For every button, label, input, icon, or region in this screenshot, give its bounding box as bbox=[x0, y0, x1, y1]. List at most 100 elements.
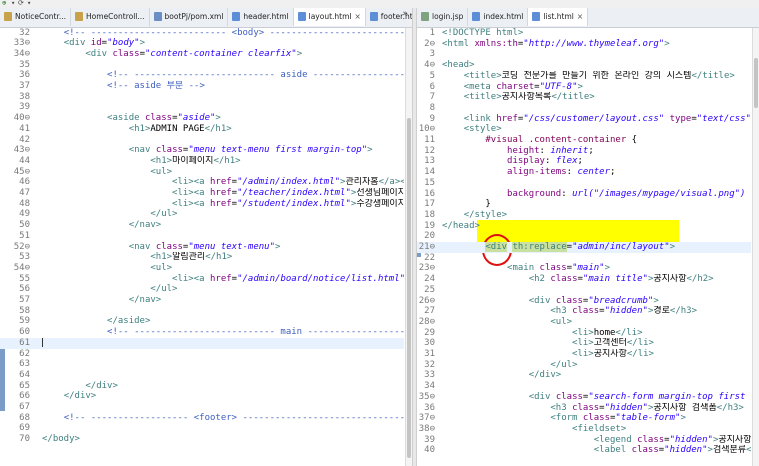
code-line[interactable]: 47 <li><a href="/teacher/index.html">선생님… bbox=[0, 188, 404, 199]
code-line[interactable]: 1 <!DOCTYPE html> bbox=[417, 28, 751, 39]
right-vertical-scrollbar[interactable] bbox=[752, 28, 759, 466]
code-line[interactable]: 9 <link href="/css/customer/layout.css" … bbox=[417, 114, 751, 125]
refresh-icon[interactable]: ⟳ bbox=[18, 0, 24, 7]
code-line[interactable]: 48 <li><a href="/student/index.html">수강생… bbox=[0, 199, 404, 210]
code-line[interactable]: 58 bbox=[0, 306, 404, 317]
code-line[interactable]: 38 bbox=[0, 92, 404, 103]
code-line[interactable]: 55 <li><a href="/admin/board/notice/list… bbox=[0, 274, 404, 285]
code-line[interactable]: 11 #visual .content-container { bbox=[417, 135, 751, 146]
right-scroll-thumb[interactable] bbox=[754, 58, 758, 108]
code-line[interactable]: 32 <!-- ------------------------- <body>… bbox=[0, 28, 404, 39]
code-line[interactable]: 54⊖ <ul> bbox=[0, 263, 404, 274]
code-line[interactable]: 34⊖ <div class="content-container clearf… bbox=[0, 49, 404, 60]
code-line[interactable]: 59 </aside> bbox=[0, 316, 404, 327]
code-line[interactable]: 49 </ul> bbox=[0, 209, 404, 220]
code-line[interactable]: 45⊖ <ul> bbox=[0, 167, 404, 178]
code-line[interactable]: 33 </div> bbox=[417, 370, 751, 381]
editor-tab[interactable]: header.html bbox=[228, 8, 294, 26]
editor-tab[interactable]: HomeControll... bbox=[71, 8, 150, 26]
code-line[interactable]: 40 <label class="hidden">검색분류</lab bbox=[417, 445, 751, 456]
run-dropdown-icon[interactable]: ▾ bbox=[11, 0, 15, 7]
right-code-editor[interactable]: 1 <!DOCTYPE html> 2⊖ <html xmlns:th="http:/… bbox=[417, 28, 759, 466]
code-line[interactable]: 69 bbox=[0, 423, 404, 434]
code-line[interactable]: 23⊖ <main class="main"> bbox=[417, 263, 751, 274]
code-line[interactable]: 28⊖ <ul> bbox=[417, 317, 751, 328]
code-line[interactable]: 66 </div> bbox=[0, 391, 404, 402]
code-line[interactable]: 64 bbox=[0, 370, 404, 381]
code-line[interactable]: 5 <title>코딩 전문가를 만들기 위한 온라인 강의 시스템</titl… bbox=[417, 71, 751, 82]
code-line[interactable]: 42 bbox=[0, 135, 404, 146]
code-line[interactable]: 46 <li><a href="/admin/index.html">관리자홈<… bbox=[0, 177, 404, 188]
left-code-editor[interactable]: 32 <!-- ------------------------- <body>… bbox=[0, 28, 412, 466]
code-line[interactable]: 25 bbox=[417, 285, 751, 296]
code-line[interactable]: 3 bbox=[417, 49, 751, 60]
code-line[interactable]: 39 <legend class="hidden">공지사항 검색 bbox=[417, 435, 751, 446]
code-line[interactable]: 40⊖ <aside class="aside"> bbox=[0, 113, 404, 124]
code-line[interactable]: 26⊖ <div class="breadcrumb"> bbox=[417, 296, 751, 307]
close-icon[interactable]: × bbox=[577, 12, 583, 21]
code-line[interactable]: 15 bbox=[417, 178, 751, 189]
code-line[interactable]: 19 </head> bbox=[417, 221, 751, 232]
editor-tab[interactable]: NoticeContr... bbox=[0, 8, 72, 26]
code-line[interactable]: 39 bbox=[0, 102, 404, 113]
code-line[interactable]: 13 display: flex; bbox=[417, 156, 751, 167]
run-icon[interactable]: ⊕ bbox=[2, 0, 6, 7]
editor-tab[interactable]: index.html bbox=[468, 8, 529, 26]
code-line[interactable]: 16 background: url("/images/mypage/visua… bbox=[417, 189, 751, 200]
code-line[interactable]: 60 <!-- -------------------------- main … bbox=[0, 327, 404, 338]
code-line[interactable]: 31 <li>공지사항</li> bbox=[417, 349, 751, 360]
left-scroll-thumb[interactable] bbox=[407, 118, 411, 458]
code-line[interactable]: 50 </nav> bbox=[0, 220, 404, 231]
code-line[interactable]: 41 <h1>ADMIN PAGE</h1> bbox=[0, 124, 404, 135]
code-line[interactable]: 32 </ul> bbox=[417, 360, 751, 371]
code-line[interactable]: 62 bbox=[0, 349, 404, 360]
left-vertical-scrollbar[interactable] bbox=[405, 28, 412, 466]
editor-tab[interactable]: login.jsp bbox=[417, 8, 469, 26]
code-line[interactable]: 67 bbox=[0, 402, 404, 413]
code-line[interactable]: 4⊖ <head> bbox=[417, 60, 751, 71]
code-line[interactable]: 68 <!-- ------------------ <footer> ----… bbox=[0, 413, 404, 424]
code-line[interactable]: 63 bbox=[0, 359, 404, 370]
code-line[interactable]: 22 bbox=[417, 253, 751, 264]
code-line[interactable]: 33⊖ <div id="body"> bbox=[0, 38, 404, 49]
code-line[interactable]: 52⊖ <nav class="menu text-menu"> bbox=[0, 242, 404, 253]
code-line[interactable]: 6 <meta charset="UTF-8"> bbox=[417, 82, 751, 93]
code-line[interactable]: 44 <h1>마이페이지</h1> bbox=[0, 156, 404, 167]
code-line[interactable]: 35⊖ <div class="search-form margin-top f… bbox=[417, 392, 751, 403]
code-line[interactable]: 10⊖ <style> bbox=[417, 124, 751, 135]
code-line[interactable]: 24 <h2 class="main title">공지사항</h2> bbox=[417, 274, 751, 285]
code-line[interactable]: 51 bbox=[0, 231, 404, 242]
code-line[interactable]: 56 </ul> bbox=[0, 284, 404, 295]
code-line[interactable]: 36 <!-- -------------------------- aside… bbox=[0, 70, 404, 81]
code-line[interactable]: 8 bbox=[417, 103, 751, 114]
code-line[interactable]: 53 <h1>알림관리</h1> bbox=[0, 252, 404, 263]
code-line[interactable]: 2⊖ <html xmlns:th="http://www.thymeleaf.o… bbox=[417, 39, 751, 50]
editor-tab[interactable]: layout.html × bbox=[293, 8, 366, 26]
code-line[interactable]: 35 bbox=[0, 60, 404, 71]
code-line[interactable]: 65 </div> bbox=[0, 381, 404, 392]
code-line[interactable]: 18 </style> bbox=[417, 210, 751, 221]
code-line[interactable]: 34 bbox=[417, 381, 751, 392]
close-icon[interactable]: × bbox=[355, 12, 361, 21]
code-line[interactable]: 21⊖ <div th:replace="admin/inc/layout"> bbox=[417, 242, 751, 253]
code-line[interactable]: 12 height: inherit; bbox=[417, 146, 751, 157]
code-line[interactable]: 14 align-items: center; bbox=[417, 167, 751, 178]
code-line[interactable]: 37⊖ <form class="table-form"> bbox=[417, 413, 751, 424]
code-line[interactable]: 30 <li>고객센터</li> bbox=[417, 338, 751, 349]
code-line[interactable]: 57 </nav> bbox=[0, 295, 404, 306]
code-line[interactable]: 7 <title>공지사항목록</title> bbox=[417, 92, 751, 103]
editor-tab[interactable]: list.html × bbox=[528, 8, 589, 26]
code-line[interactable]: 37 <!-- aside 부분 --> bbox=[0, 81, 404, 92]
code-line[interactable]: 27 <h3 class="hidden">경로</h3> bbox=[417, 306, 751, 317]
code-line[interactable]: 38⊖ <fieldset> bbox=[417, 424, 751, 435]
code-line[interactable]: 29 <li>home</li> bbox=[417, 328, 751, 339]
tab-overflow-icon[interactable]: » bbox=[402, 9, 408, 19]
code-line[interactable]: 17 } bbox=[417, 199, 751, 210]
code-line[interactable]: 20 bbox=[417, 231, 751, 242]
code-line[interactable]: 70 </body> bbox=[0, 434, 404, 445]
code-line[interactable]: 43⊖ <nav class="menu text-menu first mar… bbox=[0, 145, 404, 156]
editor-tab[interactable]: bootPj/pom.xml bbox=[150, 8, 229, 26]
refresh-dropdown-icon[interactable]: ▾ bbox=[27, 0, 31, 7]
code-line[interactable]: 61 bbox=[0, 337, 404, 349]
code-line[interactable]: 36 <h3 class="hidden">공지사항 검색폼</h3> bbox=[417, 403, 751, 414]
